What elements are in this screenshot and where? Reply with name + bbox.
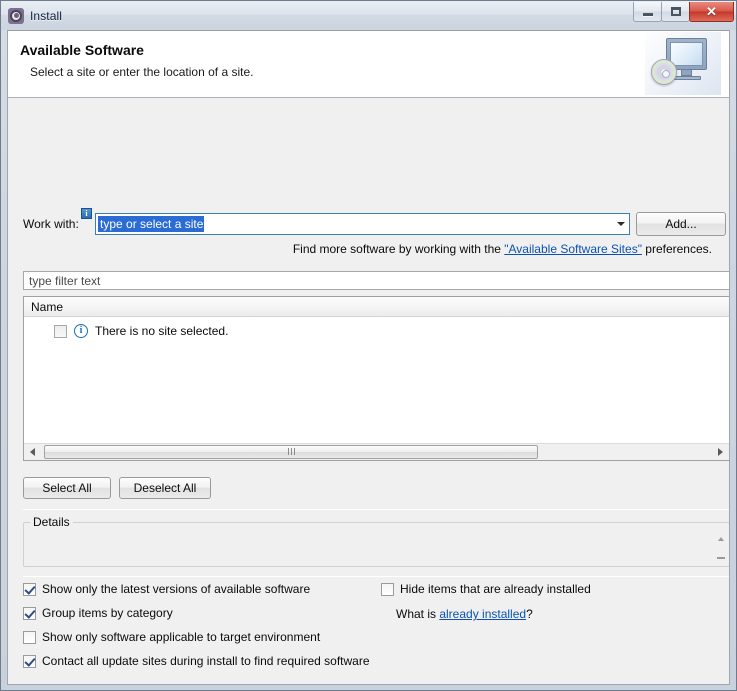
option-label: Show only the latest versions of availab… xyxy=(42,582,311,596)
dialog-client-area: Available Software Select a site or ente… xyxy=(7,30,730,685)
close-button[interactable]: ✕ xyxy=(689,2,734,22)
minimize-button[interactable] xyxy=(633,2,662,22)
info-badge-icon: i xyxy=(81,208,92,219)
option-label: Show only software applicable to target … xyxy=(42,630,321,644)
work-with-combo[interactable]: type or select a site xyxy=(95,213,630,235)
work-with-value: type or select a site xyxy=(98,216,205,232)
scroll-left-icon[interactable] xyxy=(24,444,41,461)
filter-input[interactable]: type filter text xyxy=(23,271,729,290)
work-with-label: Work with: xyxy=(23,217,79,231)
minimize-icon xyxy=(642,12,653,16)
checkbox[interactable] xyxy=(23,654,36,668)
checkbox[interactable] xyxy=(381,582,394,596)
scroll-up-icon[interactable] xyxy=(717,537,724,541)
what-is-prefix: What is xyxy=(396,607,440,621)
wizard-header: Available Software Select a site or ente… xyxy=(8,31,729,98)
option-applicable-to-target[interactable]: Show only software applicable to target … xyxy=(23,630,320,644)
tree-horizontal-scrollbar[interactable] xyxy=(24,443,729,460)
tree-header: Name xyxy=(24,297,729,317)
title-bar[interactable]: Install ✕ xyxy=(1,1,736,30)
details-group xyxy=(23,522,729,567)
column-header-name[interactable]: Name xyxy=(24,300,63,314)
option-hide-already-installed[interactable]: Hide items that are already installed xyxy=(381,582,591,596)
computer-with-cd-icon xyxy=(645,32,721,95)
option-show-latest-versions[interactable]: Show only the latest versions of availab… xyxy=(23,582,310,596)
find-more-software-text: Find more software by working with the "… xyxy=(293,242,712,256)
close-icon: ✕ xyxy=(706,4,717,19)
row-label: There is no site selected. xyxy=(95,324,229,338)
checkbox[interactable] xyxy=(23,582,36,596)
details-scrollbar[interactable] xyxy=(715,537,726,559)
page-title: Available Software xyxy=(20,42,144,58)
window-controls: ✕ xyxy=(633,2,734,22)
chevron-down-icon[interactable] xyxy=(617,222,625,226)
scroll-track[interactable] xyxy=(41,444,712,461)
available-software-tree[interactable]: Name i There is no site selected. xyxy=(23,296,729,461)
option-label: Contact all update sites during install … xyxy=(42,654,370,668)
select-all-button[interactable]: Select All xyxy=(23,477,111,499)
checkbox[interactable] xyxy=(23,630,36,644)
info-circle-icon: i xyxy=(74,324,88,338)
what-is-suffix: ? xyxy=(526,607,533,621)
page-subtitle: Select a site or enter the location of a… xyxy=(30,65,254,79)
scroll-right-icon[interactable] xyxy=(712,444,729,461)
what-is-already-installed-text: What is already installed? xyxy=(396,607,533,621)
find-more-prefix: Find more software by working with the xyxy=(292,242,505,256)
grip-icon xyxy=(287,448,295,455)
row-checkbox[interactable] xyxy=(54,324,67,338)
table-row[interactable]: i There is no site selected. xyxy=(24,321,729,341)
gear-icon xyxy=(8,7,24,24)
scroll-down-icon[interactable] xyxy=(716,557,725,559)
find-more-suffix: preferences. xyxy=(641,242,712,256)
deselect-all-button[interactable]: Deselect All xyxy=(119,477,211,499)
details-legend-label: Details xyxy=(30,515,73,529)
already-installed-link[interactable]: already installed xyxy=(439,607,526,621)
install-dialog-window: Install ✕ Available Software Select a si… xyxy=(0,0,737,691)
window-title: Install xyxy=(30,8,63,23)
divider-above-options xyxy=(23,576,729,577)
divider-above-details xyxy=(23,509,729,510)
scroll-thumb[interactable] xyxy=(44,444,538,459)
option-group-by-category[interactable]: Group items by category xyxy=(23,606,173,620)
add-site-button[interactable]: Add... xyxy=(636,212,726,236)
maximize-button[interactable] xyxy=(661,2,690,22)
option-label: Group items by category xyxy=(42,606,173,620)
restore-icon xyxy=(670,7,681,16)
option-contact-all-update-sites[interactable]: Contact all update sites during install … xyxy=(23,654,370,668)
option-label: Hide items that are already installed xyxy=(400,582,591,596)
checkbox[interactable] xyxy=(23,606,36,620)
available-software-sites-link[interactable]: "Available Software Sites" xyxy=(504,242,642,256)
filter-placeholder: type filter text xyxy=(29,273,101,288)
